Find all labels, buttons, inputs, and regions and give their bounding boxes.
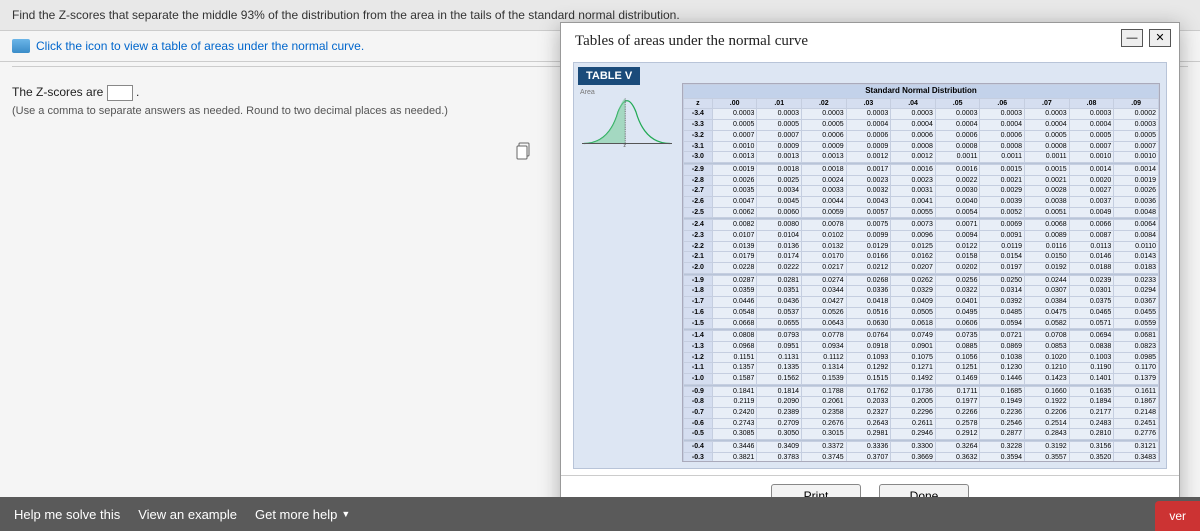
table-row: -2.90.00190.00180.00180.00170.00160.0016… xyxy=(684,164,1159,175)
table-row: -0.60.27430.27090.26760.26430.26110.2578… xyxy=(684,418,1159,429)
bottom-bar: Help me solve this View an example Get m… xyxy=(0,497,1200,531)
table-row: -2.00.02280.02220.02170.02120.02070.0202… xyxy=(684,263,1159,274)
table-row: -3.20.00070.00070.00060.00060.00060.0006… xyxy=(684,130,1159,141)
table-row: -3.40.00030.00030.00030.00030.00030.0003… xyxy=(684,109,1159,120)
table-row: -1.20.11510.11310.11120.10930.10750.1056… xyxy=(684,352,1159,363)
table-row: -0.40.34460.34090.33720.33360.33000.3264… xyxy=(684,442,1159,453)
table-icon[interactable] xyxy=(12,39,30,53)
more-help-link[interactable]: Get more help ▼ xyxy=(255,507,350,522)
table-row: -2.30.01070.01040.01020.00990.00960.0094… xyxy=(684,231,1159,242)
table-row: -0.30.38210.37830.37450.37070.36690.3632… xyxy=(684,452,1159,462)
close-button[interactable]: ✕ xyxy=(1149,29,1171,47)
table-row: -0.50.30850.30500.30150.29810.29460.2912… xyxy=(684,429,1159,440)
table-row: -2.50.00620.00600.00590.00570.00550.0054… xyxy=(684,207,1159,218)
chevron-down-icon: ▼ xyxy=(341,509,350,519)
table-row: -0.90.18410.18140.17880.17620.17360.1711… xyxy=(684,386,1159,397)
minimize-button[interactable]: — xyxy=(1121,29,1143,47)
table-row: -2.20.01390.01360.01320.01290.01250.0122… xyxy=(684,241,1159,252)
copy-icon[interactable] xyxy=(516,142,532,163)
table-row: -1.60.05480.05370.05260.05160.05050.0495… xyxy=(684,307,1159,318)
modal-title: Tables of areas under the normal curve xyxy=(561,23,1179,56)
curve-table-link[interactable]: Click the icon to view a table of areas … xyxy=(36,39,364,53)
more-help-label: Get more help xyxy=(255,507,337,522)
table-area: TABLE V Area z Standard Normal Distribut… xyxy=(573,62,1167,469)
table-v-label: TABLE V xyxy=(578,67,640,85)
normal-table-modal: — ✕ Tables of areas under the normal cur… xyxy=(560,22,1180,517)
answer-suffix: . xyxy=(136,85,139,99)
help-link[interactable]: Help me solve this xyxy=(14,507,120,522)
table-row: -3.30.00050.00050.00050.00040.00040.0004… xyxy=(684,120,1159,131)
table-row: -3.10.00100.00090.00090.00090.00080.0008… xyxy=(684,141,1159,152)
table-row: -0.70.24200.23890.23580.23270.22960.2266… xyxy=(684,408,1159,419)
table-row: -1.00.15870.15620.15390.15150.14920.1469… xyxy=(684,373,1159,384)
table-row: -3.00.00130.00130.00130.00120.00120.0011… xyxy=(684,152,1159,163)
table-row: -1.10.13570.13350.13140.12920.12710.1251… xyxy=(684,363,1159,374)
table-row: -2.40.00820.00800.00780.00750.00730.0071… xyxy=(684,220,1159,231)
normal-curve-icon: z xyxy=(582,91,672,151)
table-row: -1.90.02870.02810.02740.02680.02620.0256… xyxy=(684,275,1159,286)
table-row: -1.40.08080.07930.07780.07640.07490.0735… xyxy=(684,331,1159,342)
table-row: -1.80.03590.03510.03440.03360.03290.0322… xyxy=(684,286,1159,297)
table-row: -2.70.00350.00340.00330.00320.00310.0030… xyxy=(684,186,1159,197)
ver-badge: ver xyxy=(1155,501,1200,531)
zscores-input[interactable] xyxy=(107,85,133,101)
svg-text:z: z xyxy=(623,143,626,149)
example-link[interactable]: View an example xyxy=(138,507,237,522)
table-row: -0.80.21190.20900.20610.20330.20050.1977… xyxy=(684,397,1159,408)
table-row: -1.30.09680.09510.09340.09180.09010.0885… xyxy=(684,341,1159,352)
z-table[interactable]: Standard Normal Distributionz.00.01.02.0… xyxy=(682,83,1160,462)
table-row: -2.10.01790.01740.01700.01660.01620.0158… xyxy=(684,252,1159,263)
answer-prefix: The Z-scores are xyxy=(12,85,107,99)
table-row: -1.70.04460.04360.04270.04180.04090.0401… xyxy=(684,297,1159,308)
table-row: -2.60.00470.00450.00440.00430.00410.0040… xyxy=(684,196,1159,207)
table-row: -1.50.06680.06550.06430.06300.06180.0606… xyxy=(684,318,1159,329)
table-row: -2.80.00260.00250.00240.00230.00230.0022… xyxy=(684,175,1159,186)
